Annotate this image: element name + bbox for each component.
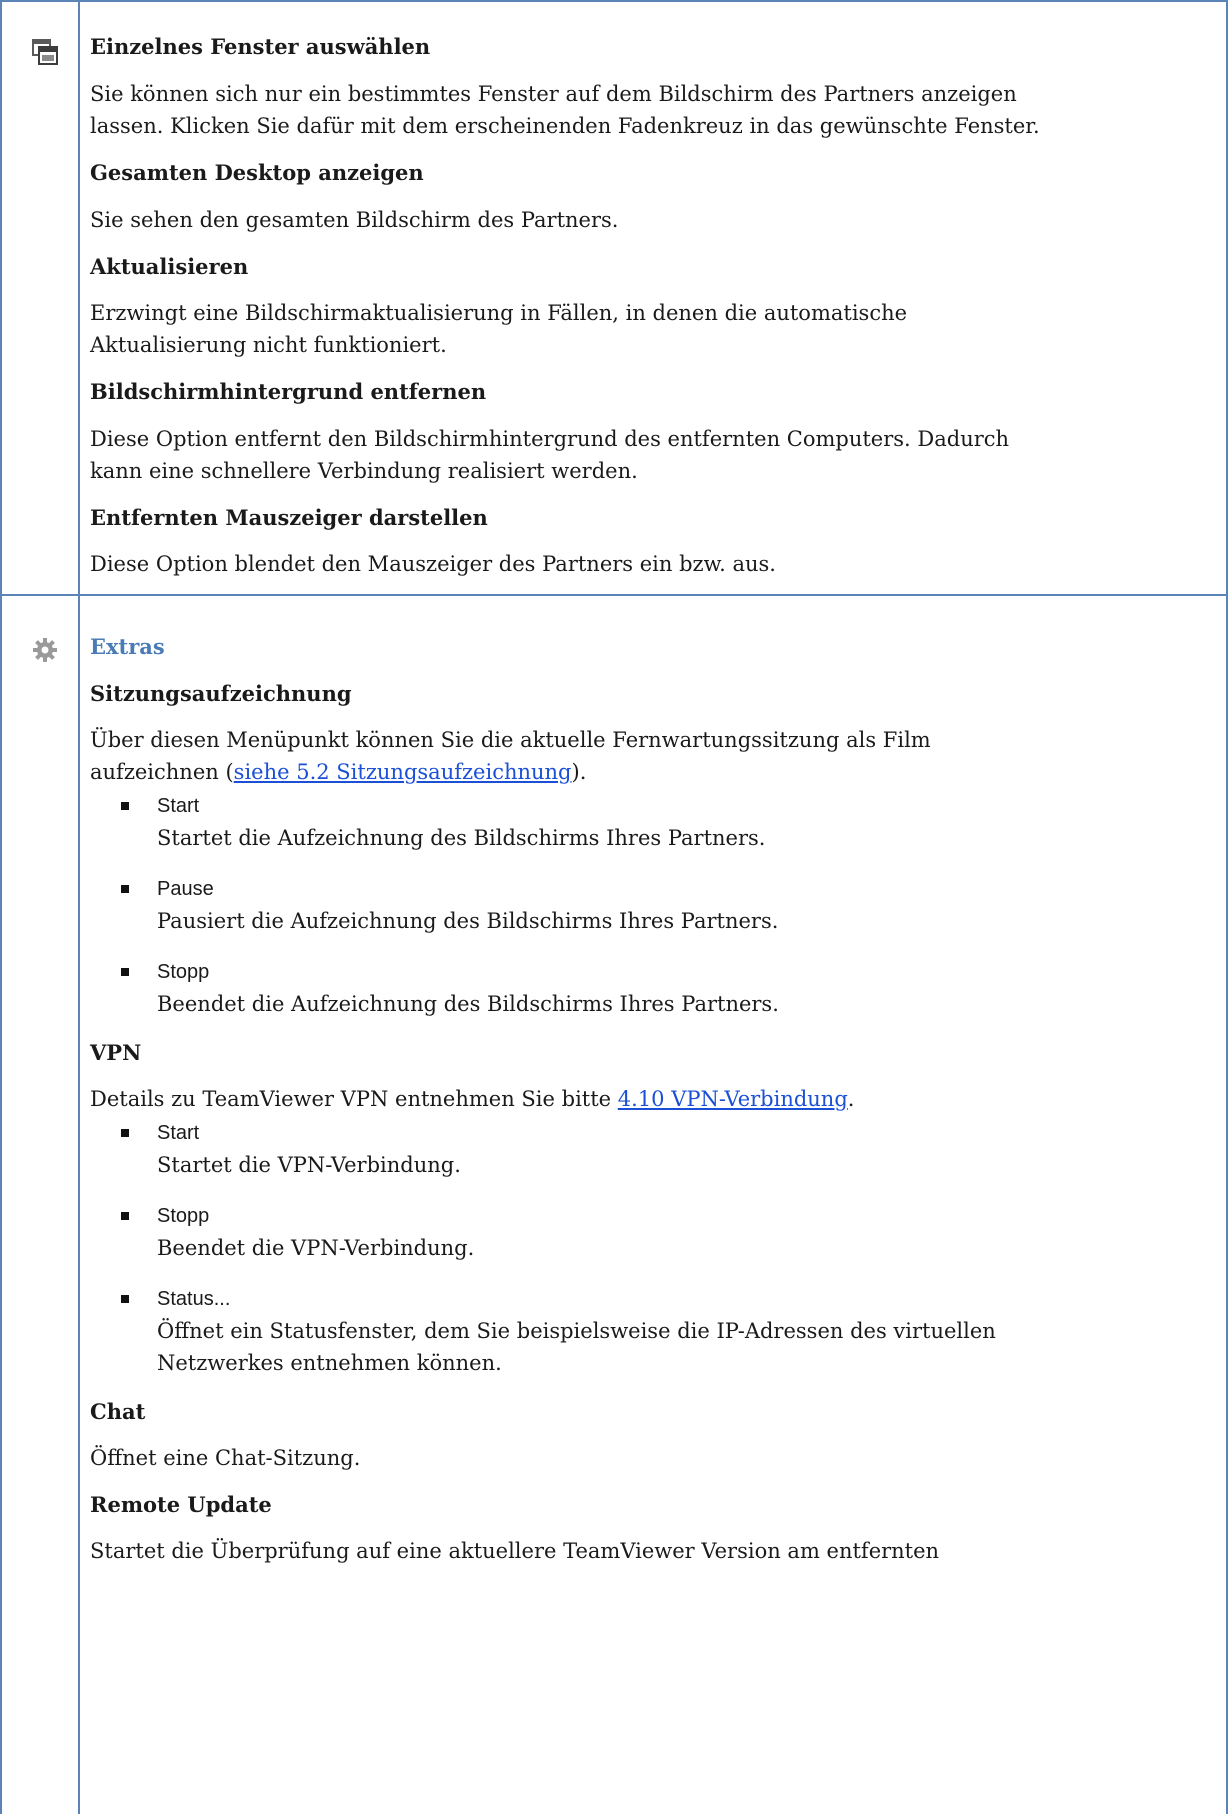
recording-item-pause-desc: Pausiert die Aufzeichnung des Bildschirm… [157,909,779,933]
recording-item-start-desc: Startet die Aufzeichnung des Bildschirms… [157,826,766,850]
full-desktop-title: Gesamten Desktop anzeigen [90,160,424,185]
document-page: Einzelnes Fenster auswählen Sie können s… [0,0,1228,1814]
wallpaper-title: Bildschirmhintergrund entfernen [90,379,487,404]
wallpaper-text-2: kann eine schnellere Verbindung realisie… [90,459,638,483]
vpn-item-start-desc: Startet die VPN-Verbindung. [157,1153,461,1177]
select-window-text-1: Sie können sich nur ein bestimmtes Fenst… [90,82,1017,106]
recording-item-stop-desc: Beendet die Aufzeichnung des Bildschirms… [157,992,779,1016]
window-icon [32,39,58,65]
refresh-title: Aktualisieren [90,254,249,279]
recording-item-start-title: Start [157,795,200,817]
recording-text-2: aufzeichnen (siehe 5.2 Sitzungsaufzeichn… [90,757,1210,788]
vpn-item-status-title: Status... [157,1288,231,1310]
recording-text-suffix: ). [571,760,587,784]
vpn-text: Details zu TeamViewer VPN entnehmen Sie … [90,1084,1210,1115]
remote-update-text: Startet die Überprüfung auf eine aktuell… [90,1539,940,1563]
bullet-marker [121,968,129,976]
refresh-text-2: Aktualisierung nicht funktioniert. [90,333,447,357]
vpn-text-prefix: Details zu TeamViewer VPN entnehmen Sie … [90,1087,618,1111]
recording-title: Sitzungsaufzeichnung [90,681,352,706]
select-window-text-2: lassen. Klicken Sie dafür mit dem ersche… [90,114,1040,138]
table-column-divider [78,0,80,1814]
chat-text: Öffnet eine Chat-Sitzung. [90,1446,361,1470]
bullet-marker [121,1212,129,1220]
select-window-title: Einzelnes Fenster auswählen [90,34,431,59]
recording-text-1: Über diesen Menüpunkt können Sie die akt… [90,728,931,752]
vpn-text-suffix: . [847,1087,855,1111]
table-top-border [0,0,1228,2]
wallpaper-text-1: Diese Option entfernt den Bildschirmhint… [90,427,1010,451]
bullet-marker [121,1129,129,1137]
vpn-title: VPN [90,1040,142,1065]
extras-heading: Extras [90,634,165,659]
cursor-text: Diese Option blendet den Mauszeiger des … [90,552,776,576]
vpn-item-stop-title: Stopp [157,1205,210,1227]
recording-link[interactable]: siehe 5.2 Sitzungsaufzeichnung [234,760,572,784]
bullet-marker [121,885,129,893]
refresh-text-1: Erzwingt eine Bildschirmaktualisierung i… [90,301,908,325]
vpn-item-start-title: Start [157,1122,200,1144]
table-row-divider [0,594,1228,596]
full-desktop-text: Sie sehen den gesamten Bildschirm des Pa… [90,208,619,232]
vpn-link[interactable]: 4.10 VPN-Verbindung [618,1087,848,1111]
recording-item-stop-title: Stopp [157,961,210,983]
chat-title: Chat [90,1399,146,1424]
recording-item-pause-title: Pause [157,878,214,900]
recording-text-prefix: aufzeichnen ( [90,760,234,784]
vpn-item-stop-desc: Beendet die VPN-Verbindung. [157,1236,475,1260]
vpn-item-status-desc-2: Netzwerkes entnehmen können. [157,1351,502,1375]
bullet-marker [121,1295,129,1303]
gear-icon [33,638,57,662]
remote-update-title: Remote Update [90,1492,272,1517]
cursor-title: Entfernten Mauszeiger darstellen [90,505,488,530]
table-left-border [0,0,2,1814]
vpn-item-status-desc-1: Öffnet ein Statusfenster, dem Sie beispi… [157,1319,996,1343]
bullet-marker [121,802,129,810]
